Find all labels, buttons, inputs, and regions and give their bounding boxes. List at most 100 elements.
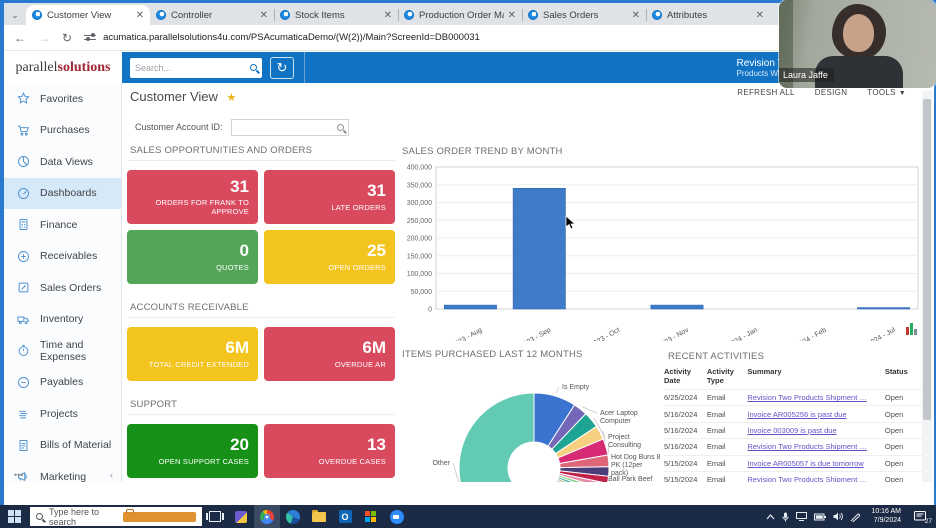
kpi-card-late-orders[interactable]: 31 LATE ORDERS (264, 170, 395, 224)
microsoft-store-icon[interactable] (358, 505, 384, 528)
kpi-card-orders-for-frank-to-approve[interactable]: 31 ORDERS FOR FRANK TO APPROVE (127, 170, 258, 224)
tab-search-chevron-icon[interactable]: ⌄ (4, 5, 26, 25)
tab-close-icon[interactable]: ✕ (136, 10, 144, 21)
sidebar-collapse-icon[interactable]: ‹ (110, 470, 113, 480)
items-purchased-donut-chart[interactable]: Is Empty Acer Laptop Computer Project Consul… (404, 363, 666, 482)
battery-icon[interactable] (814, 513, 827, 521)
chrome-icon[interactable] (254, 505, 280, 528)
kpi-card-quotes[interactable]: 0 QUOTES (127, 230, 258, 284)
app-search-input[interactable] (135, 62, 250, 73)
svg-text:400,000: 400,000 (407, 165, 432, 172)
sidebar-item-inventory[interactable]: Inventory (4, 304, 121, 336)
taskbar-clock[interactable]: 10:16 AM 7/9/2024 (871, 508, 901, 526)
activity-summary-link[interactable]: Invoice 003009 is past due (747, 426, 836, 435)
column-header[interactable]: Activity Date (664, 365, 707, 390)
tab-close-icon[interactable]: ✕ (756, 10, 764, 21)
section-heading: SUPPORT (127, 399, 395, 415)
browser-tab-1[interactable]: Controller ✕ (150, 5, 274, 25)
tab-close-icon[interactable]: ✕ (632, 10, 640, 21)
dashboard-page: Customer View ★ REFRESH ALL DESIGN TOOLS… (122, 83, 932, 482)
activity-summary-link[interactable]: Revision Two Products Shipment … (747, 475, 867, 482)
activity-summary-link[interactable]: Invoice AR005057 is due tomorrow (747, 459, 863, 468)
favorite-star-icon[interactable]: ★ (227, 92, 237, 104)
site-info-icon[interactable] (84, 33, 97, 43)
activity-summary-link[interactable]: Revision Two Products Shipment … (747, 442, 867, 451)
bar-chart-title: SALES ORDER TREND BY MONTH (402, 146, 563, 157)
back-icon[interactable]: ← (14, 31, 26, 45)
lookup-icon[interactable] (336, 123, 344, 131)
taskbar-search[interactable]: Type here to search (30, 507, 202, 527)
display-icon[interactable] (796, 512, 808, 521)
sidebar-item-bills-of-material[interactable]: Bills of Material (4, 430, 121, 462)
activity-type: Email (706, 470, 748, 482)
tray-expand-icon[interactable] (766, 513, 775, 520)
pie-icon (18, 156, 29, 168)
forward-icon[interactable]: → (38, 31, 50, 45)
browser-tab-4[interactable]: Sales Orders ✕ (522, 5, 646, 25)
refresh-all-button[interactable]: REFRESH ALL (737, 88, 795, 97)
kpi-card-total-credit-extended[interactable]: 6M TOTAL CREDIT EXTENDED (127, 327, 258, 381)
tab-close-icon[interactable]: ✕ (260, 10, 268, 21)
sidebar-item-data-views[interactable]: Data Views (4, 146, 121, 178)
browser-tab-0[interactable]: Customer View ✕ (26, 5, 150, 25)
design-button[interactable]: DESIGN (815, 88, 847, 97)
tools-button[interactable]: TOOLS ▼ (867, 88, 906, 97)
snip-sketch-icon[interactable] (228, 505, 254, 528)
activity-summary-link[interactable]: Revision Two Products Shipment … (747, 393, 867, 402)
kpi-label: OVERDUE AR (334, 359, 386, 369)
sidebar-item-projects[interactable]: Projects (4, 398, 121, 430)
file-explorer-icon[interactable] (306, 505, 332, 528)
column-header[interactable]: Summary (747, 365, 885, 390)
kpi-label: TOTAL CREDIT EXTENDED (148, 359, 249, 369)
donut-label: Is Empty (562, 384, 590, 391)
kpi-card-overdue-ar[interactable]: 6M OVERDUE AR (264, 327, 395, 381)
task-view-button[interactable] (202, 505, 228, 528)
svg-text:200,000: 200,000 (407, 236, 432, 243)
sales-order-trend-chart[interactable]: 0 50,000 100,000 150,000 200,000 250,000 300,0… (402, 159, 926, 341)
tab-label: Controller (171, 9, 213, 21)
tab-close-icon[interactable]: ✕ (508, 10, 516, 21)
taskbar-time: 10:16 AM (871, 507, 901, 515)
refresh-icon[interactable]: ↻ (62, 31, 72, 45)
sidebar-more-button[interactable]: ••• (14, 470, 23, 480)
zoom-app-icon[interactable] (384, 505, 410, 528)
column-header[interactable]: Activity Type (707, 365, 748, 390)
address-bar[interactable]: acumatica.parallelsolutions4u.com/PSAcum… (103, 32, 480, 43)
svg-text:2023 - Sep: 2023 - Sep (519, 327, 552, 341)
sidebar-item-dashboards[interactable]: Dashboards (4, 177, 121, 209)
webcam-overlay: Laura Jaffe (779, 0, 936, 88)
page-scrollbar[interactable] (922, 91, 932, 482)
edge-icon[interactable] (280, 505, 306, 528)
sidebar-item-receivables[interactable]: Receivables (4, 241, 121, 273)
sidebar-item-sales-orders[interactable]: Sales Orders (4, 272, 121, 304)
browser-tab-2[interactable]: Stock Items ✕ (274, 5, 398, 25)
action-center-icon[interactable]: 27 (914, 511, 932, 525)
kpi-value: 13 (367, 435, 386, 455)
svg-text:150,000: 150,000 (407, 253, 432, 260)
customer-account-label: Customer Account ID: (135, 122, 223, 132)
kpi-card-open-support-cases[interactable]: 20 OPEN SUPPORT CASES (127, 424, 258, 478)
sidebar-item-finance[interactable]: Finance (4, 209, 121, 241)
microphone-icon[interactable] (782, 512, 790, 522)
customer-account-input[interactable] (230, 118, 349, 136)
start-button[interactable] (8, 510, 21, 523)
cart-icon (17, 125, 30, 136)
sidebar-item-purchases[interactable]: Purchases (4, 115, 121, 147)
notification-count: 27 (924, 518, 932, 525)
search-icon (36, 513, 43, 520)
sidebar-item-favorites[interactable]: Favorites (4, 83, 121, 115)
outlook-icon[interactable]: O (332, 505, 358, 528)
sidebar-item-time-and-expenses[interactable]: Time and Expenses (4, 335, 121, 367)
kpi-card-overdue-cases[interactable]: 13 OVERDUE CASES (264, 424, 395, 478)
browser-tab-3[interactable]: Production Order Mainten ✕ (398, 5, 522, 25)
activity-type: Email (706, 454, 748, 472)
activity-summary-link[interactable]: Invoice AR005256 is past due (747, 410, 846, 419)
pen-icon[interactable] (850, 512, 861, 522)
business-date-icon[interactable]: ↻ (270, 56, 294, 79)
kpi-card-open-orders[interactable]: 25 OPEN ORDERS (264, 230, 395, 284)
sidebar-item-payables[interactable]: Payables (4, 367, 121, 399)
tab-close-icon[interactable]: ✕ (384, 10, 392, 21)
browser-tab-5[interactable]: Attributes ✕ (646, 5, 770, 25)
speaker-icon[interactable] (833, 512, 844, 521)
app-search-box[interactable] (130, 57, 262, 78)
